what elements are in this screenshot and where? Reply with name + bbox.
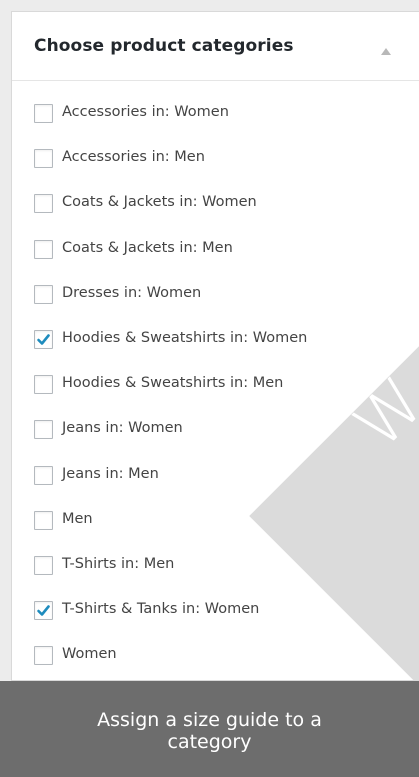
category-label: Dresses in: Women xyxy=(62,284,202,301)
category-label: Coats & Jackets in: Men xyxy=(62,239,233,256)
checkbox[interactable] xyxy=(34,104,53,123)
category-label: Hoodies & Sweatshirts in: Women xyxy=(62,329,308,346)
checkbox[interactable] xyxy=(34,465,53,485)
category-label: T-Shirts in: Men xyxy=(62,555,175,572)
checkmark-icon xyxy=(37,605,50,616)
category-item[interactable]: Women xyxy=(34,639,419,684)
category-label: Hoodies & Sweatshirts in: Men xyxy=(62,375,284,392)
panel-title: Choose product categories xyxy=(34,36,294,56)
category-item[interactable]: Men xyxy=(34,504,419,549)
checkbox-checked[interactable] xyxy=(34,329,53,349)
category-label: Women xyxy=(62,646,117,663)
collapse-arrow-up-icon[interactable] xyxy=(379,44,393,58)
caption-text: Assign a size guide to a category xyxy=(97,709,322,753)
category-label: T-Shirts & Tanks in: Women xyxy=(62,601,260,618)
category-item[interactable]: Jeans in: Women xyxy=(34,413,419,458)
category-item[interactable]: Coats & Jackets in: Women xyxy=(34,187,419,232)
category-item[interactable]: Accessories in: Men xyxy=(34,142,419,187)
category-item[interactable]: T-Shirts in: Men xyxy=(34,549,419,594)
category-item[interactable]: Hoodies & Sweatshirts in: Women xyxy=(34,323,419,368)
category-label: Jeans in: Men xyxy=(62,465,159,482)
checkbox[interactable] xyxy=(34,239,53,259)
caption-bar: Assign a size guide to a category xyxy=(0,681,419,777)
category-label: Men xyxy=(62,510,93,527)
checkbox[interactable] xyxy=(34,646,53,666)
categories-panel: Choose product categories Accessories in… xyxy=(11,11,419,681)
category-label: Coats & Jackets in: Women xyxy=(62,194,257,211)
category-item[interactable]: Accessories in: Women xyxy=(34,97,419,142)
checkbox-checked[interactable] xyxy=(34,601,53,621)
category-label: Accessories in: Men xyxy=(62,149,205,166)
checkbox[interactable] xyxy=(34,149,53,169)
checkbox[interactable] xyxy=(34,510,53,530)
category-item[interactable]: Coats & Jackets in: Men xyxy=(34,233,419,278)
category-item[interactable]: Hoodies & Sweatshirts in: Men xyxy=(34,368,419,413)
checkbox[interactable] xyxy=(34,555,53,575)
category-label: Jeans in: Women xyxy=(62,420,183,437)
category-item[interactable]: T-Shirts & Tanks in: Women xyxy=(34,594,419,639)
category-label: Accessories in: Women xyxy=(62,104,229,120)
checkbox[interactable] xyxy=(34,284,53,304)
category-checklist: Accessories in: Women Accessories in: Men… xyxy=(34,97,419,684)
checkbox[interactable] xyxy=(34,194,53,214)
checkbox[interactable] xyxy=(34,375,53,395)
checkbox[interactable] xyxy=(34,420,53,440)
category-item[interactable]: Jeans in: Men xyxy=(34,459,419,504)
category-item[interactable]: Dresses in: Women xyxy=(34,278,419,323)
checkmark-icon xyxy=(37,334,50,345)
panel-header: Choose product categories xyxy=(12,12,419,81)
